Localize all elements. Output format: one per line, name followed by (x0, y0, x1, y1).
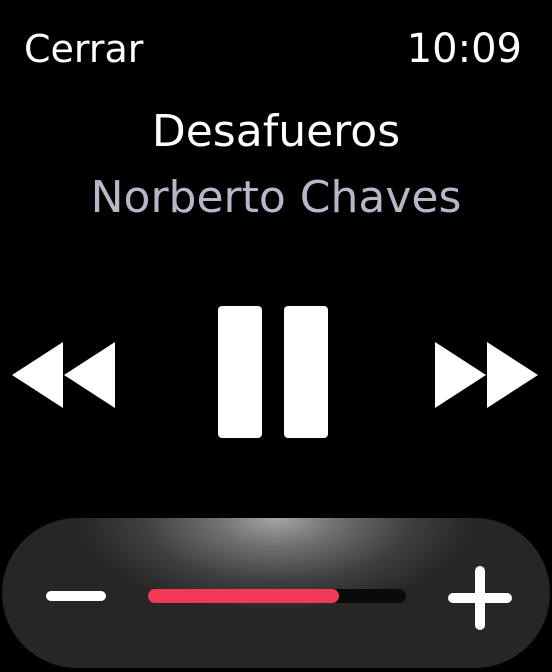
track-artist: Norberto Chaves (90, 172, 462, 223)
volume-control (2, 518, 550, 668)
fast-forward-button[interactable] (432, 340, 540, 410)
track-title: Desafueros (151, 106, 401, 157)
volume-down-icon[interactable] (46, 591, 106, 601)
fast-forward-icon (435, 342, 538, 408)
clock-time: 10:09 (406, 26, 522, 72)
rewind-button[interactable] (10, 340, 118, 410)
volume-up-icon[interactable] (448, 566, 512, 630)
close-button[interactable]: Cerrar (24, 26, 143, 72)
rewind-icon (12, 342, 115, 408)
volume-level-fill (148, 589, 339, 603)
pause-icon (218, 306, 328, 438)
pause-button[interactable] (214, 302, 334, 442)
volume-slider[interactable] (148, 589, 406, 603)
